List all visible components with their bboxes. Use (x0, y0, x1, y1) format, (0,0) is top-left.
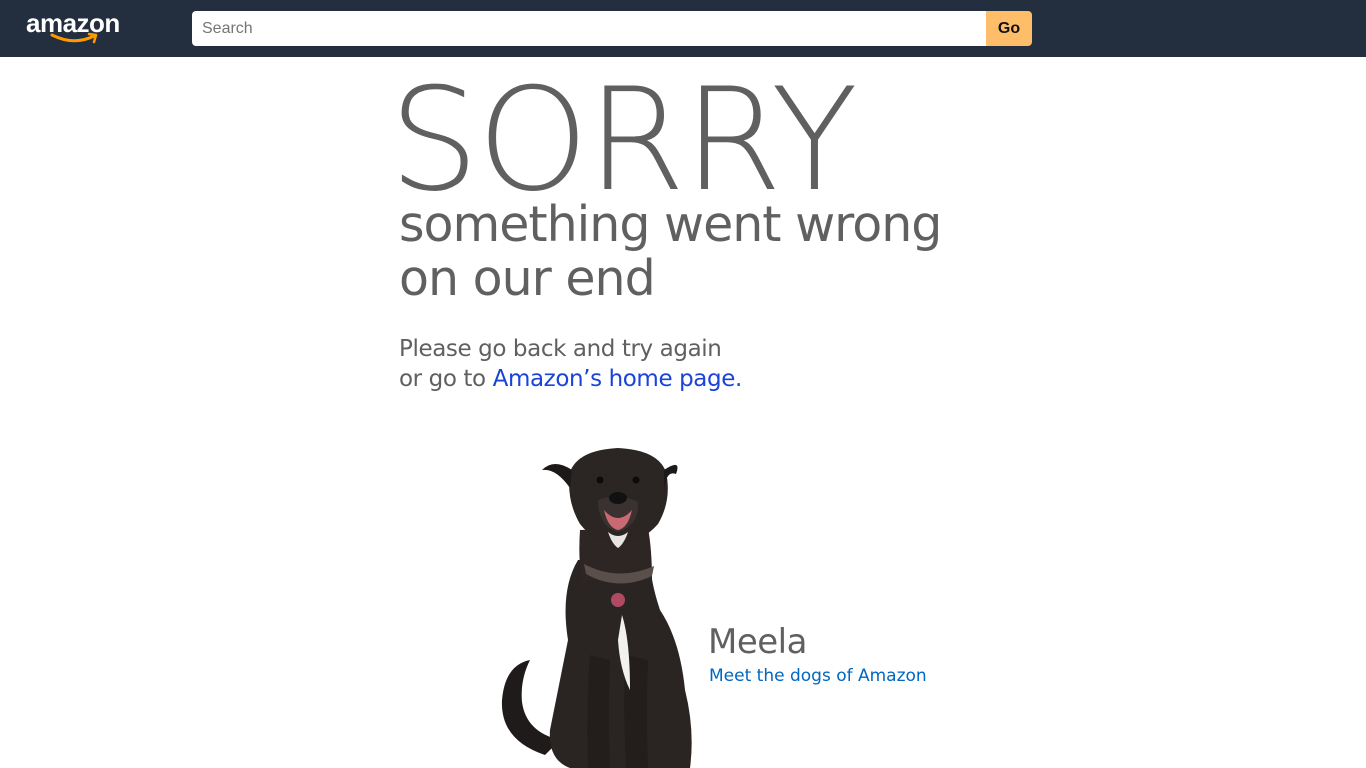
search-bar: Go (192, 11, 1032, 46)
home-page-link[interactable]: Amazon’s home page. (493, 366, 743, 392)
error-subtitle: something went wrong on our end (399, 198, 1019, 306)
meet-the-dogs-link[interactable]: Meet the dogs of Amazon (709, 664, 927, 688)
logo-smile-icon (50, 32, 98, 44)
dog-name: Meela (708, 622, 807, 662)
message-line-1: Please go back and try again (399, 336, 722, 362)
message-line-2-prefix: or go to (399, 366, 493, 392)
search-input[interactable] (192, 11, 986, 46)
dog-image (501, 448, 692, 768)
subtitle-line-1: something went wrong (399, 196, 942, 253)
message-line-2: or go to Amazon’s home page. (399, 364, 742, 394)
top-navigation-bar: amazon Go (0, 0, 1366, 57)
subtitle-line-2: on our end (399, 250, 656, 307)
amazon-logo[interactable]: amazon (26, 8, 126, 48)
go-button[interactable]: Go (986, 11, 1032, 46)
error-message: Please go back and try again or go to Am… (399, 334, 742, 394)
sorry-heading: SORRY (389, 58, 858, 223)
